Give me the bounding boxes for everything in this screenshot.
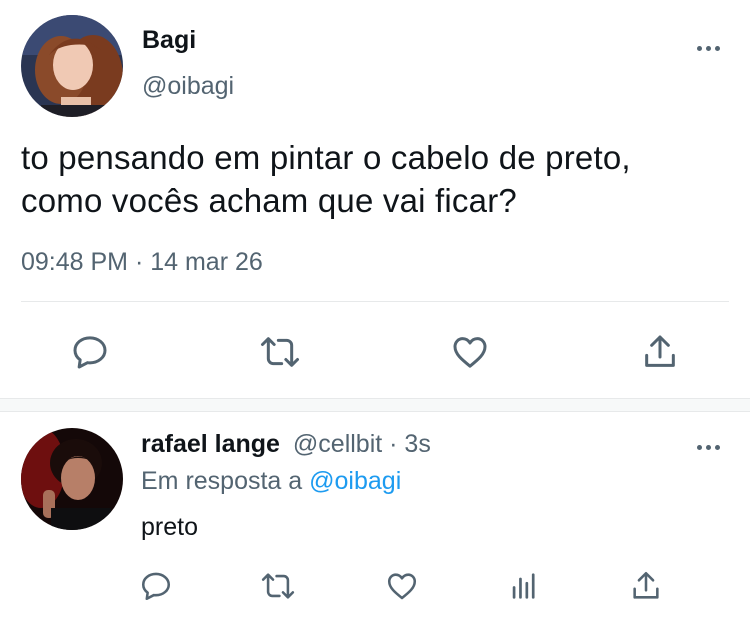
share-icon bbox=[645, 335, 675, 367]
reply-to-link[interactable]: @oibagi bbox=[309, 467, 401, 495]
tweet-text-line2: como vocês acham que vai ficar? bbox=[21, 182, 517, 219]
profile-photo-icon bbox=[21, 15, 123, 117]
reply-prefix: Em resposta a bbox=[141, 467, 303, 495]
more-dots-icon[interactable] bbox=[688, 437, 728, 457]
like-icon bbox=[453, 337, 487, 368]
like-button[interactable] bbox=[380, 564, 424, 608]
more-dots-icon[interactable] bbox=[688, 38, 728, 58]
author-name[interactable]: Bagi bbox=[142, 26, 196, 55]
retweet-button[interactable] bbox=[256, 564, 300, 608]
tweet-timestamp[interactable]: 09:48 PM · 14 mar 26 bbox=[21, 248, 263, 277]
tweet-text-line1: to pensando em pintar o cabelo de preto, bbox=[21, 139, 631, 176]
author-handle[interactable]: @cellbit bbox=[293, 430, 382, 458]
share-button[interactable] bbox=[636, 328, 684, 376]
retweet-button[interactable] bbox=[256, 328, 304, 376]
divider bbox=[21, 301, 729, 302]
reply-icon bbox=[141, 572, 171, 601]
like-icon bbox=[387, 573, 417, 600]
like-button[interactable] bbox=[446, 328, 494, 376]
analytics-button[interactable] bbox=[502, 564, 546, 608]
analytics-icon bbox=[512, 573, 535, 599]
reply-icon bbox=[73, 336, 107, 369]
reply-button[interactable] bbox=[66, 328, 114, 376]
author-name[interactable]: rafael lange bbox=[141, 430, 280, 458]
reply-header: rafael lange @cellbit · 3s bbox=[141, 430, 431, 459]
retweet-icon bbox=[261, 573, 295, 599]
reply-text: preto bbox=[141, 513, 198, 541]
section-separator bbox=[0, 398, 750, 412]
retweet-icon bbox=[261, 337, 299, 367]
profile-photo-icon bbox=[21, 428, 123, 530]
reply-button[interactable] bbox=[134, 564, 178, 608]
author-handle[interactable]: @oibagi bbox=[142, 72, 234, 101]
avatar[interactable] bbox=[21, 15, 123, 117]
share-button[interactable] bbox=[624, 564, 668, 608]
reply-context: Em resposta a @oibagi bbox=[141, 467, 401, 496]
time-ago[interactable]: · 3s bbox=[389, 430, 431, 458]
avatar[interactable] bbox=[21, 428, 123, 530]
share-icon bbox=[633, 571, 659, 599]
